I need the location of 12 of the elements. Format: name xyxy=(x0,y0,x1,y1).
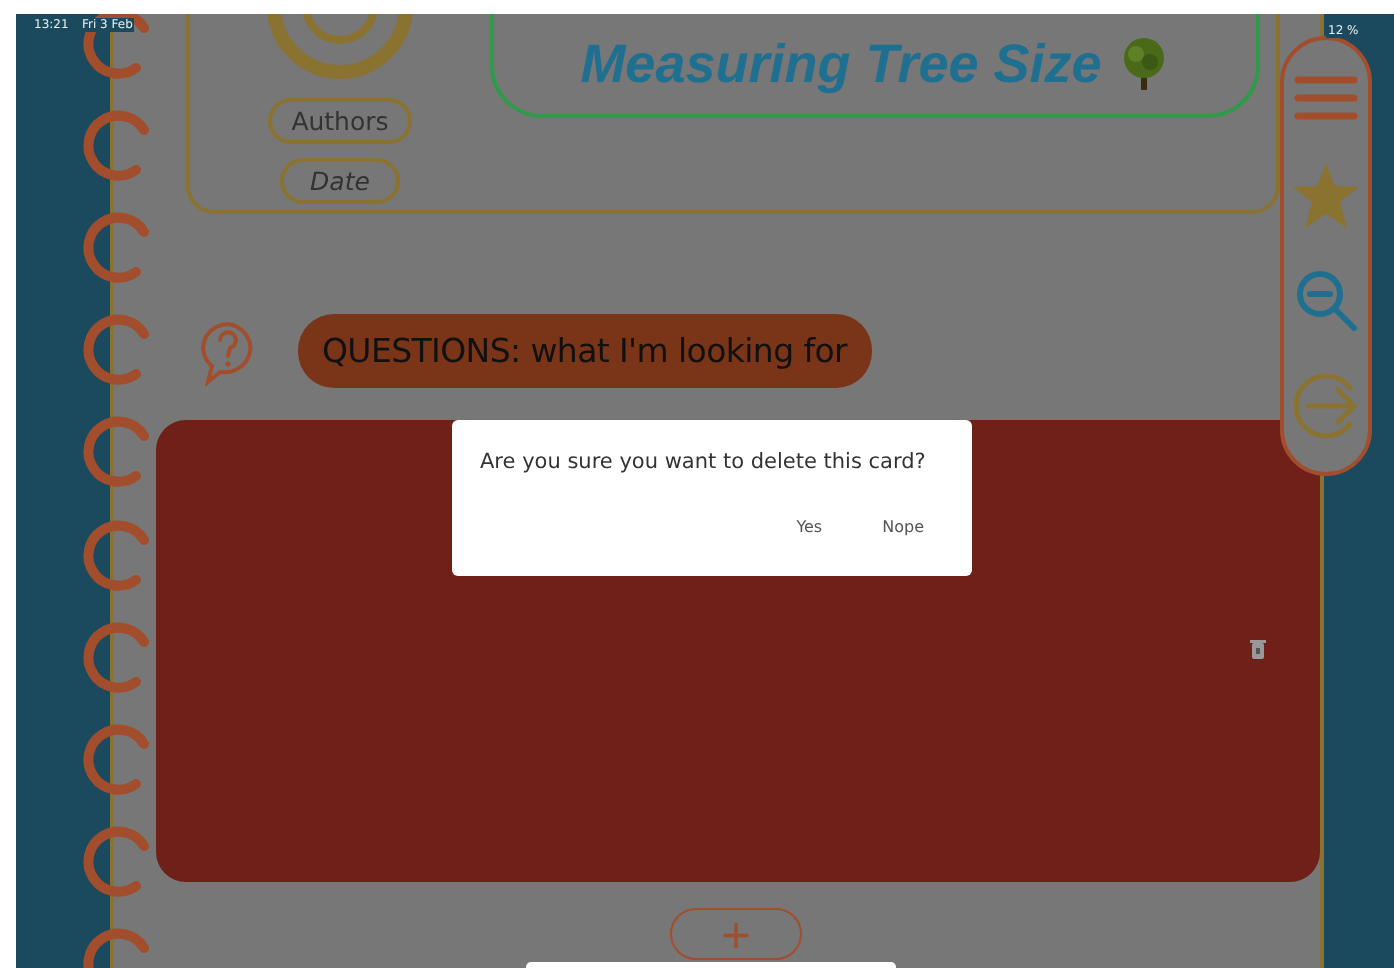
date-field[interactable]: Date xyxy=(280,158,400,204)
page-title: Measuring Tree Size xyxy=(580,33,1102,95)
authors-field[interactable]: Authors xyxy=(267,98,413,144)
section-heading: QUESTIONS: what I'm looking for xyxy=(298,314,871,388)
zoom-out-icon[interactable] xyxy=(1294,267,1358,331)
star-icon[interactable] xyxy=(1290,161,1362,229)
menu-icon[interactable] xyxy=(1292,71,1360,123)
dialog-button[interactable]: Nope xyxy=(874,514,932,540)
dialog-message: Are you sure you want to delete this card? xyxy=(480,450,928,474)
dialog-button[interactable]: Yes xyxy=(788,514,831,540)
exit-arrow-icon[interactable] xyxy=(1290,369,1362,441)
trash-icon[interactable] xyxy=(1250,640,1266,660)
